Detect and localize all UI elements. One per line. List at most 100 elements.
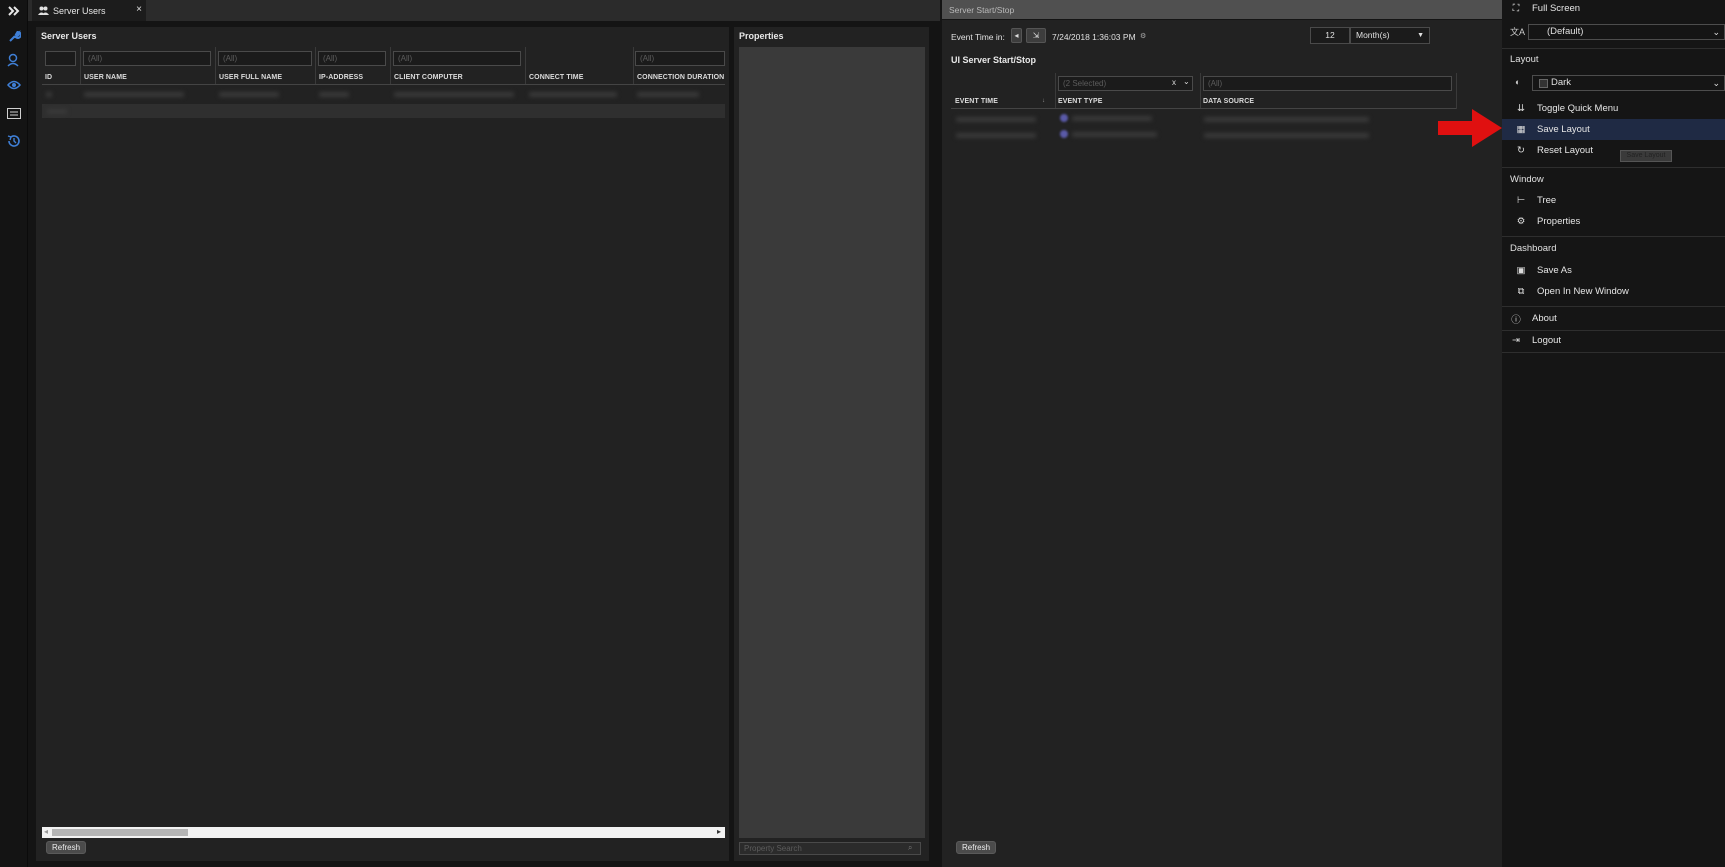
column-header-event-time[interactable]: EVENT TIME — [955, 98, 998, 105]
period-unit-select[interactable]: Month(s) ▼ — [1350, 27, 1430, 44]
server-start-stop-header: Server Start/Stop — [942, 0, 1502, 19]
redacted-cell — [637, 92, 699, 97]
logout-icon: ⇥ — [1512, 335, 1520, 346]
column-header-data-source[interactable]: DATA SOURCE — [1203, 98, 1254, 105]
column-separator — [80, 47, 81, 85]
chevron-down-icon: ⌄ — [1712, 27, 1720, 37]
tab-strip — [28, 0, 940, 21]
reset-layout-item[interactable]: ↻ Reset Layout — [1502, 140, 1725, 161]
filter-user-full-name[interactable]: (All) — [218, 51, 312, 66]
open-new-window-label: Open In New Window — [1537, 286, 1629, 297]
refresh-button[interactable]: Refresh — [956, 841, 997, 854]
theme-select[interactable]: Dark ⌄ — [1532, 75, 1725, 91]
full-screen-item[interactable]: ⛶ Full Screen — [1502, 0, 1725, 19]
column-header-user-full-name[interactable]: USER FULL NAME — [219, 74, 282, 81]
header-divider — [42, 84, 725, 85]
table-row[interactable] — [951, 113, 1456, 125]
divider — [1502, 306, 1725, 307]
scroll-left-icon[interactable]: ◂ — [44, 827, 48, 836]
expand-icon[interactable] — [4, 1, 24, 21]
filter-data-source[interactable]: (All) — [1203, 76, 1452, 91]
scroll-right-icon[interactable]: ▸ — [717, 827, 721, 836]
reset-icon: ↻ — [1517, 145, 1525, 156]
toggle-quick-menu-label: Toggle Quick Menu — [1537, 103, 1619, 114]
column-header-id[interactable]: ID — [45, 74, 52, 81]
table-row[interactable] — [951, 129, 1456, 141]
column-separator — [215, 47, 216, 85]
tree-item[interactable]: ⊢ Tree — [1502, 190, 1725, 211]
divider — [1502, 167, 1725, 168]
live-mode-icon[interactable]: ⇲ — [1026, 28, 1046, 43]
close-icon[interactable]: × — [136, 4, 142, 15]
save-as-item[interactable]: ▣ Save As — [1502, 260, 1725, 281]
reset-layout-label: Reset Layout — [1537, 145, 1593, 156]
column-separator — [1456, 73, 1457, 109]
column-separator — [633, 47, 634, 85]
column-header-connect-time[interactable]: CONNECT TIME — [529, 74, 583, 81]
filter-connection-duration[interactable]: (All) — [635, 51, 725, 66]
logout-item[interactable]: ⇥ Logout — [1502, 330, 1725, 351]
properties-body — [739, 47, 925, 838]
red-arrow-pointer — [1438, 109, 1502, 147]
save-layout-item[interactable]: ▦ Save Layout — [1502, 119, 1725, 140]
clear-filter-icon[interactable]: x — [1172, 78, 1176, 87]
previous-icon[interactable]: ◂ — [1011, 28, 1022, 43]
divider — [1502, 352, 1725, 353]
list-icon[interactable] — [4, 103, 24, 123]
about-item[interactable]: ⓘ About — [1502, 308, 1725, 329]
period-input[interactable]: 12 — [1310, 27, 1350, 44]
redacted-cell — [1072, 132, 1157, 137]
history-icon[interactable] — [4, 131, 24, 151]
save-layout-icon: ▦ — [1516, 124, 1526, 135]
save-icon: ▣ — [1516, 265, 1526, 276]
divider — [1502, 236, 1725, 237]
language-select[interactable]: (Default) ⌄ — [1528, 24, 1725, 40]
scrollbar-thumb[interactable] — [52, 829, 188, 836]
filter-user-name[interactable]: (All) — [83, 51, 211, 66]
chevron-down-icon: ⌄ — [1712, 78, 1720, 88]
table-row[interactable] — [42, 89, 725, 100]
language-icon: 文A — [1510, 27, 1526, 37]
eye-icon[interactable] — [4, 75, 24, 95]
column-header-user-name[interactable]: USER NAME — [84, 74, 127, 81]
redacted-cell — [1204, 117, 1369, 122]
column-header-client-computer[interactable]: CLIENT COMPUTER — [394, 74, 463, 81]
logout-label: Logout — [1532, 335, 1562, 346]
redacted-cell — [956, 117, 1036, 122]
subtitle: UI Server Start/Stop — [951, 55, 1037, 65]
user-globe-icon[interactable] — [4, 50, 24, 70]
event-time-label: Event Time in: — [951, 32, 1005, 42]
tab-server-users[interactable]: Server Users × — [32, 0, 146, 21]
property-search-input[interactable]: Property Search — [739, 842, 921, 855]
open-new-window-item[interactable]: ⧉ Open In New Window — [1502, 281, 1725, 302]
wrench-icon[interactable] — [4, 26, 24, 46]
sort-icon[interactable]: ↓ — [1042, 98, 1045, 104]
layout-section-title: Layout — [1510, 54, 1539, 65]
column-header-ip-address[interactable]: IP-ADDRESS — [319, 74, 363, 81]
column-header-event-type[interactable]: EVENT TYPE — [1058, 98, 1103, 105]
divider — [1502, 48, 1725, 49]
properties-label: Properties — [1537, 216, 1581, 227]
toggle-quick-menu-item[interactable]: ⇊ Toggle Quick Menu — [1502, 98, 1725, 119]
theme-swatch — [1539, 79, 1548, 88]
left-icon-rail — [0, 0, 28, 867]
info-icon: ⓘ — [1511, 314, 1521, 326]
window-section-title: Window — [1510, 174, 1544, 185]
filter-ip-address[interactable]: (All) — [318, 51, 386, 66]
redacted-cell — [1072, 116, 1152, 121]
filter-client-computer[interactable]: (All) — [393, 51, 521, 66]
dropdown-arrow-icon: ▼ — [1417, 32, 1424, 39]
event-type-icon — [1060, 130, 1068, 138]
calendar-icon[interactable]: ⚙ — [1140, 32, 1146, 40]
chevron-down-icon[interactable]: ⌄ — [1183, 77, 1190, 86]
redacted-cell — [394, 92, 514, 97]
redacted-cell — [319, 92, 349, 97]
column-header-connection-duration[interactable]: CONNECTION DURATION — [637, 74, 724, 81]
refresh-button[interactable]: Refresh — [46, 841, 87, 854]
about-label: About — [1532, 313, 1557, 324]
period-unit-label: Month(s) — [1356, 30, 1390, 40]
properties-item[interactable]: ⚙ Properties — [1502, 211, 1725, 232]
language-value: (Default) — [1547, 26, 1584, 37]
filter-id[interactable] — [45, 51, 76, 66]
toggle-menu-icon: ⇊ — [1517, 103, 1525, 114]
